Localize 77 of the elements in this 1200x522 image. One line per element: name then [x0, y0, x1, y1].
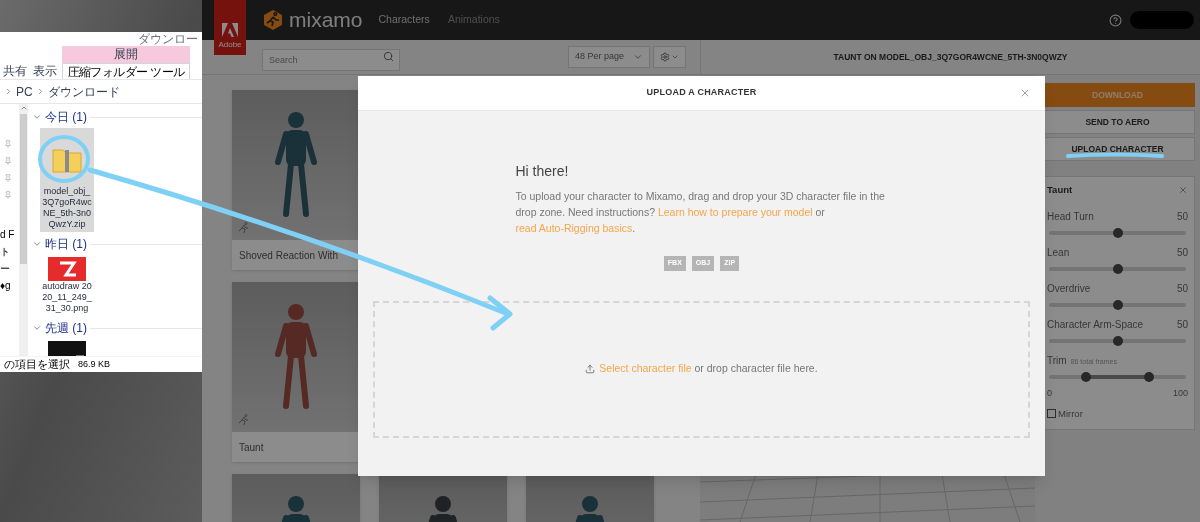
slider-value: 50: [1176, 210, 1188, 225]
settings-title: Taunt: [1047, 183, 1073, 197]
status-text: の項目を選択: [4, 357, 70, 373]
drop-zone[interactable]: Select character file or drop character file here.: [373, 300, 1030, 438]
group-header: 先週 (1): [45, 320, 87, 337]
nav-item[interactable]: ー: [0, 262, 19, 275]
dialog-title: UPLOAD A CHARACTER: [646, 86, 757, 100]
running-figure-icon: [238, 414, 250, 426]
group-header: 今日 (1): [45, 109, 87, 126]
slider-label: Overdrive: [1047, 282, 1091, 297]
slider-label: Character Arm-Space: [1047, 318, 1144, 333]
pin-icon: [4, 174, 12, 182]
caret-icon: [633, 52, 643, 62]
ribbon-tab[interactable]: 圧縮フォルダー ツール: [62, 63, 190, 79]
logo-icon: [262, 9, 284, 31]
range-min-label: 0: [1047, 387, 1052, 401]
adobe-logo-icon: [222, 23, 238, 37]
chevron-down-icon[interactable]: [32, 112, 42, 122]
checkbox-label: Mirror: [1058, 406, 1083, 421]
pin-icon: [4, 157, 12, 165]
search-icon: [383, 51, 394, 62]
nav-link[interactable]: Characters: [378, 12, 430, 28]
nav-item[interactable]: ト: [0, 245, 19, 258]
intro-paragraph: To upload your character to Mixamo, drag and drop your 3D character file in the drop zone. Need instructions? Learn how to prepare your model or read Auto-Rigging basics.: [515, 189, 886, 236]
caret-icon: [671, 53, 679, 61]
logo-wordmark: mixamo: [289, 7, 363, 34]
slider-thumb[interactable]: [1144, 372, 1154, 383]
card-title: Taunt: [239, 440, 264, 455]
file-name: autodraw 2020_11_249_31_30.png: [42, 281, 92, 314]
pin-icon: [4, 140, 12, 148]
slider-thumb[interactable]: [1112, 336, 1123, 347]
slider-thumb[interactable]: [1112, 228, 1123, 239]
image-thumbnail-icon: [48, 257, 86, 281]
group-header: 昨日 (1): [45, 236, 87, 253]
slider-label: Lean: [1047, 246, 1070, 261]
upload-icon: [585, 364, 596, 374]
file-item[interactable]: autodraw 2020_11_249_31_30.png: [40, 255, 94, 316]
breadcrumb-item[interactable]: ダウンロード: [47, 82, 120, 101]
settings-button[interactable]: [653, 46, 686, 68]
slider-thumb[interactable]: [1081, 372, 1091, 383]
context-group-label: 展開: [62, 46, 190, 63]
close-icon[interactable]: [1019, 87, 1031, 99]
chevron-down-icon[interactable]: [32, 239, 42, 249]
highlight-circle: [38, 135, 90, 183]
help-icon[interactable]: [1109, 13, 1122, 27]
pin-icon: [4, 191, 12, 199]
dialog-heading: Hi there!: [515, 162, 570, 181]
slider-value: 50: [1176, 246, 1188, 261]
window-title: ダウンロー: [138, 32, 198, 46]
slider-value: 50: [1176, 282, 1188, 297]
range-max-label: 100: [1172, 387, 1188, 401]
drop-zone-hint: Select character file or drop character file here.: [599, 361, 818, 377]
chevron-icon: [4, 87, 13, 96]
nav-item[interactable]: d F: [0, 228, 19, 241]
ribbon-tab[interactable]: 共有: [2, 63, 28, 79]
settings-icon: [660, 52, 670, 62]
breadcrumb-item[interactable]: PC: [16, 82, 33, 101]
nav-item[interactable]: ♦g: [0, 279, 19, 292]
status-size: 86.9 KB: [78, 357, 111, 371]
per-page-select[interactable]: 48 Per page: [568, 46, 650, 68]
preview-title: TAUNT ON MODEL_OBJ_3Q7GOR4WCNE_5TH-3N0QWZY: [833, 50, 1068, 64]
scroll-up-icon: [19, 104, 28, 112]
search-field[interactable]: Search: [262, 49, 400, 71]
animation-card[interactable]: Taunt: [232, 282, 360, 462]
slider-thumb[interactable]: [1112, 264, 1123, 275]
adobe-label: Adobe: [218, 39, 242, 51]
card-title: Shoved Reaction With: [239, 248, 338, 263]
ribbon-tab[interactable]: 表示: [32, 63, 58, 79]
running-figure-icon: [238, 222, 250, 234]
slider-label: Head Turn: [1047, 210, 1094, 225]
animation-card[interactable]: Shoved Reaction With: [232, 90, 360, 270]
checkbox[interactable]: [1047, 409, 1056, 419]
slider-thumb[interactable]: [1112, 300, 1123, 311]
slider-value: 50: [1176, 318, 1188, 333]
file-name: model_obj_3Q7goR4wcNE_5th-3n0QwzY.zip: [42, 186, 92, 230]
slider-label: Trim: [1047, 354, 1067, 369]
chevron-down-icon[interactable]: [32, 323, 42, 333]
